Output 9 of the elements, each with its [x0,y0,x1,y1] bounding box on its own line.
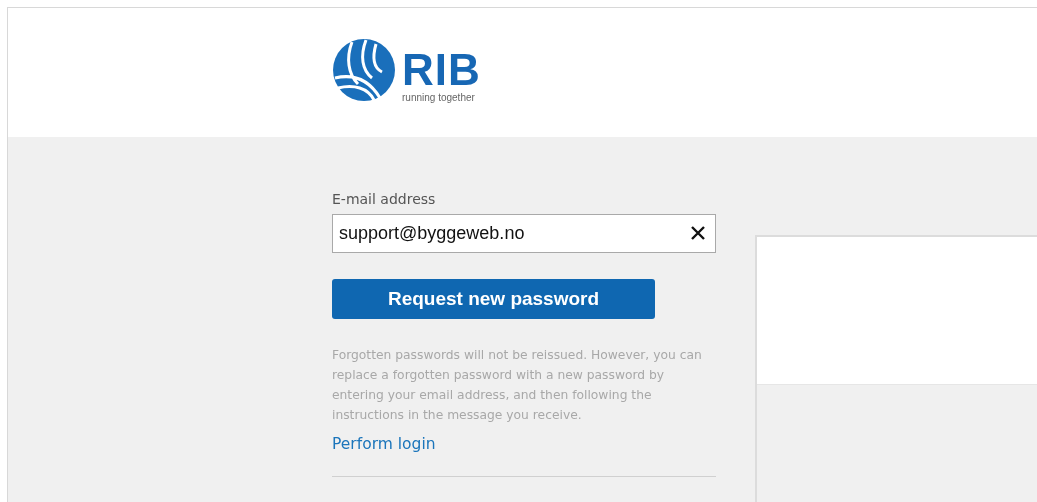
email-field[interactable]: support@byggeweb.no [332,214,716,253]
email-label: E-mail address [332,191,437,207]
login-link[interactable]: Perform login [332,435,436,453]
brand-name: RIB [402,48,481,92]
brand-tagline: running together [402,92,476,103]
request-password-button[interactable]: Request new password [332,279,655,319]
globe-logo-icon [332,38,396,102]
clear-icon[interactable] [690,225,706,241]
help-text: Forgotten passwords will not be reissued. However, you can replace a forgotten password with a new password by entering your email address, and then following the instructions in the message you receive. [332,347,703,424]
